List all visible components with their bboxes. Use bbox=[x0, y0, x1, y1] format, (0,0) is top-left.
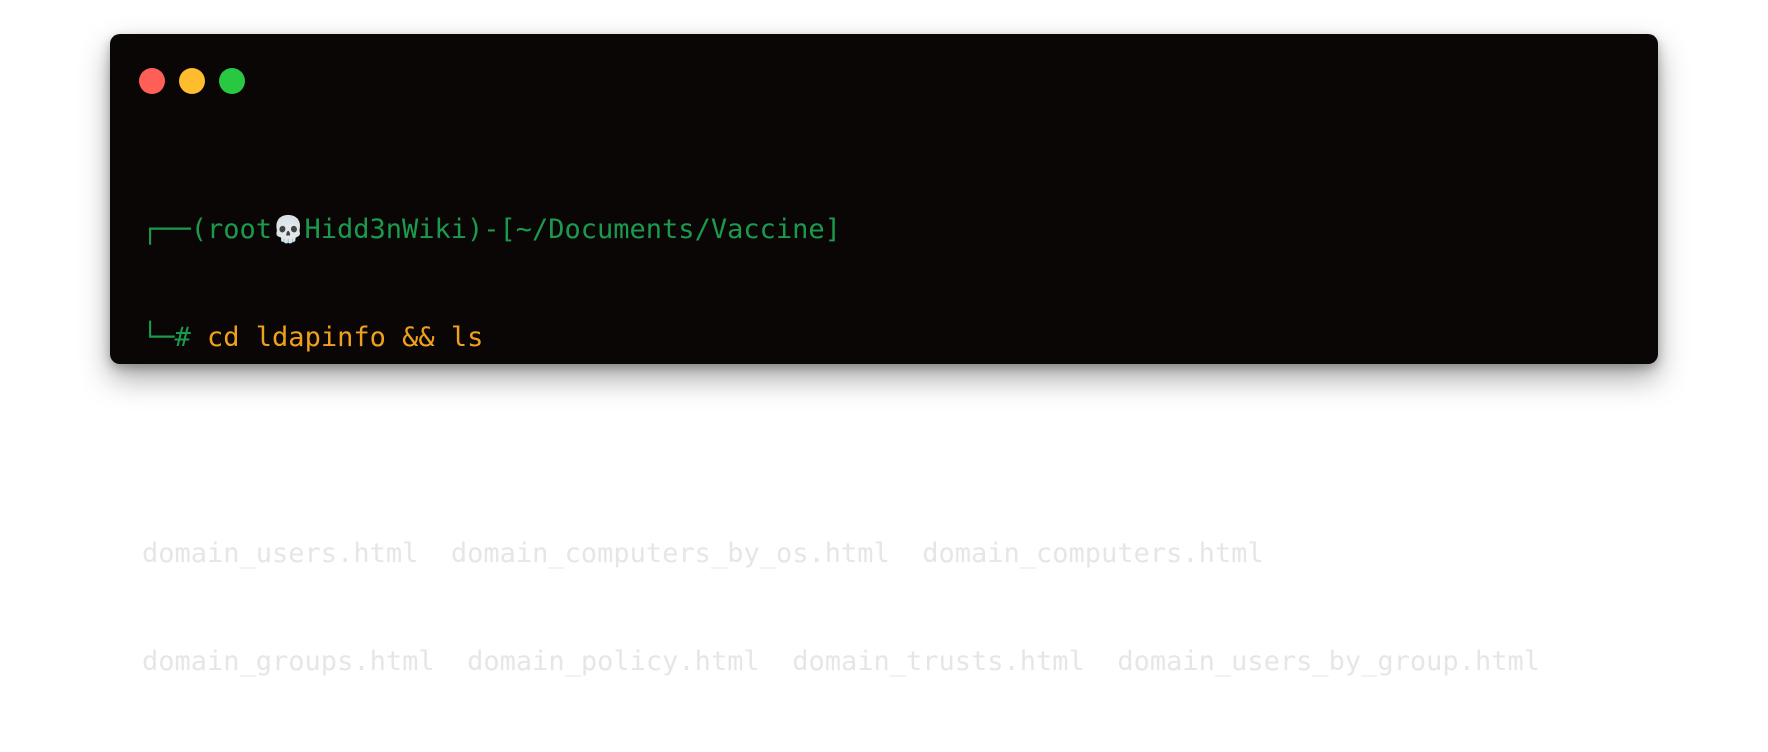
prompt-box-top: ┌── bbox=[142, 214, 191, 245]
minimize-button[interactable] bbox=[179, 68, 205, 94]
prompt-line-1: ┌──(root💀Hidd3nWiki)-[~/Documents/Vaccin… bbox=[142, 212, 1540, 248]
prompt-host-path: Hidd3nWiki)-[~/Documents/Vaccine] bbox=[304, 214, 841, 245]
terminal-window: ┌──(root💀Hidd3nWiki)-[~/Documents/Vaccin… bbox=[110, 34, 1658, 677]
skull-icon: 💀 bbox=[272, 215, 305, 245]
prompt-line-2: └─# cd ldapinfo && ls bbox=[142, 320, 1540, 356]
output-line-2: domain_groups.html domain_policy.html do… bbox=[142, 646, 1540, 677]
output-line-1: domain_users.html domain_computers_by_os… bbox=[142, 538, 1264, 569]
close-button[interactable] bbox=[139, 68, 165, 94]
terminal-output: ┌──(root💀Hidd3nWiki)-[~/Documents/Vaccin… bbox=[142, 140, 1540, 752]
command-text: cd ldapinfo && ls bbox=[207, 322, 484, 353]
prompt-user: (root bbox=[190, 214, 273, 245]
maximize-button[interactable] bbox=[219, 68, 245, 94]
prompt-box-bottom: └─ bbox=[142, 322, 175, 353]
prompt-hash: # bbox=[174, 322, 208, 353]
window-controls bbox=[139, 68, 245, 94]
